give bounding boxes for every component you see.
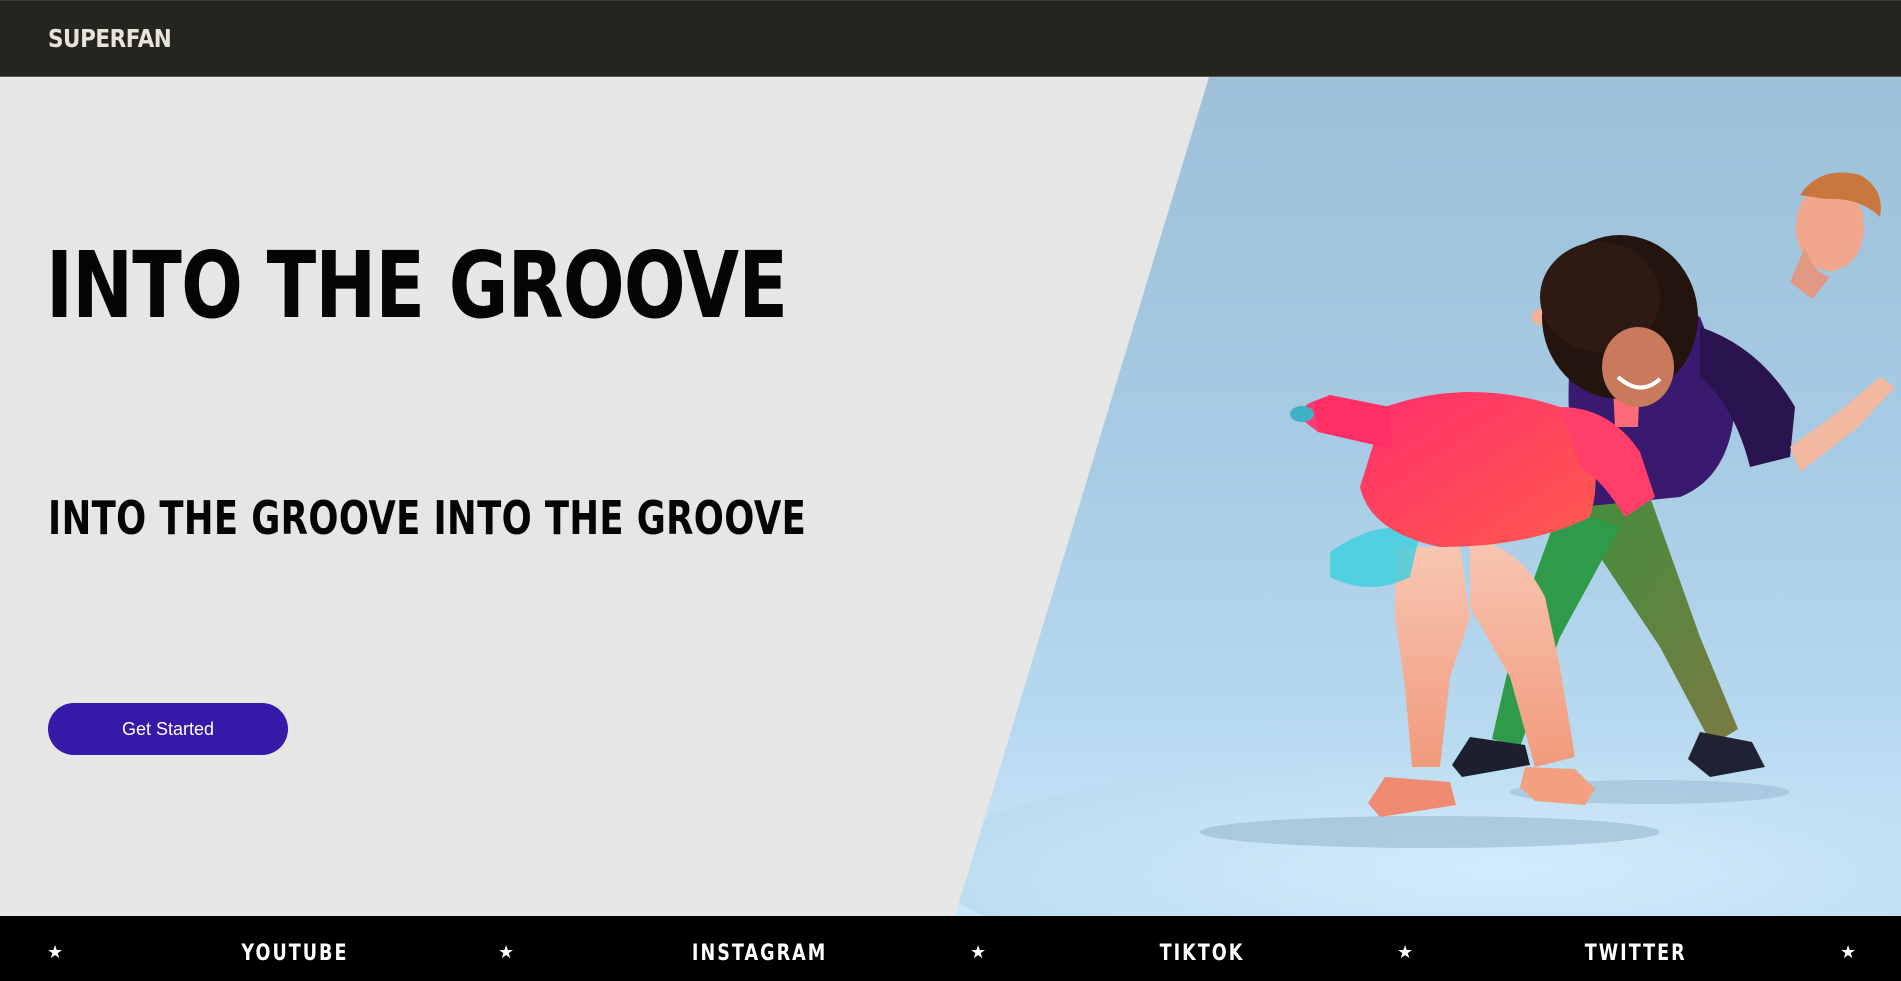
superfan-logo[interactable]: SUPERFAN [48,24,172,53]
youtube-link[interactable]: YOUTUBE [241,943,348,965]
star-icon: ★ [498,942,515,963]
twitter-link[interactable]: TWITTER [1585,943,1687,965]
hero-subtitle: INTO THE GROOVE INTO THE GROOVE [48,491,807,545]
get-started-button[interactable]: Get Started [48,703,288,755]
star-icon: ★ [970,942,987,963]
star-icon: ★ [1397,942,1414,963]
star-icon: ★ [1840,942,1857,963]
star-icon: ★ [47,942,64,963]
tiktok-link[interactable]: TIKTOK [1160,943,1245,965]
top-navbar: SUPERFAN [0,0,1901,77]
hero-title: INTO THE GROOVE [46,232,788,339]
instagram-link[interactable]: INSTAGRAM [692,943,827,965]
hero-section: INTO THE GROOVE INTO THE GROOVE INTO THE… [0,77,1901,916]
social-links-bar: ★ YOUTUBE ★ INSTAGRAM ★ TIKTOK ★ TWITTER… [0,916,1901,981]
